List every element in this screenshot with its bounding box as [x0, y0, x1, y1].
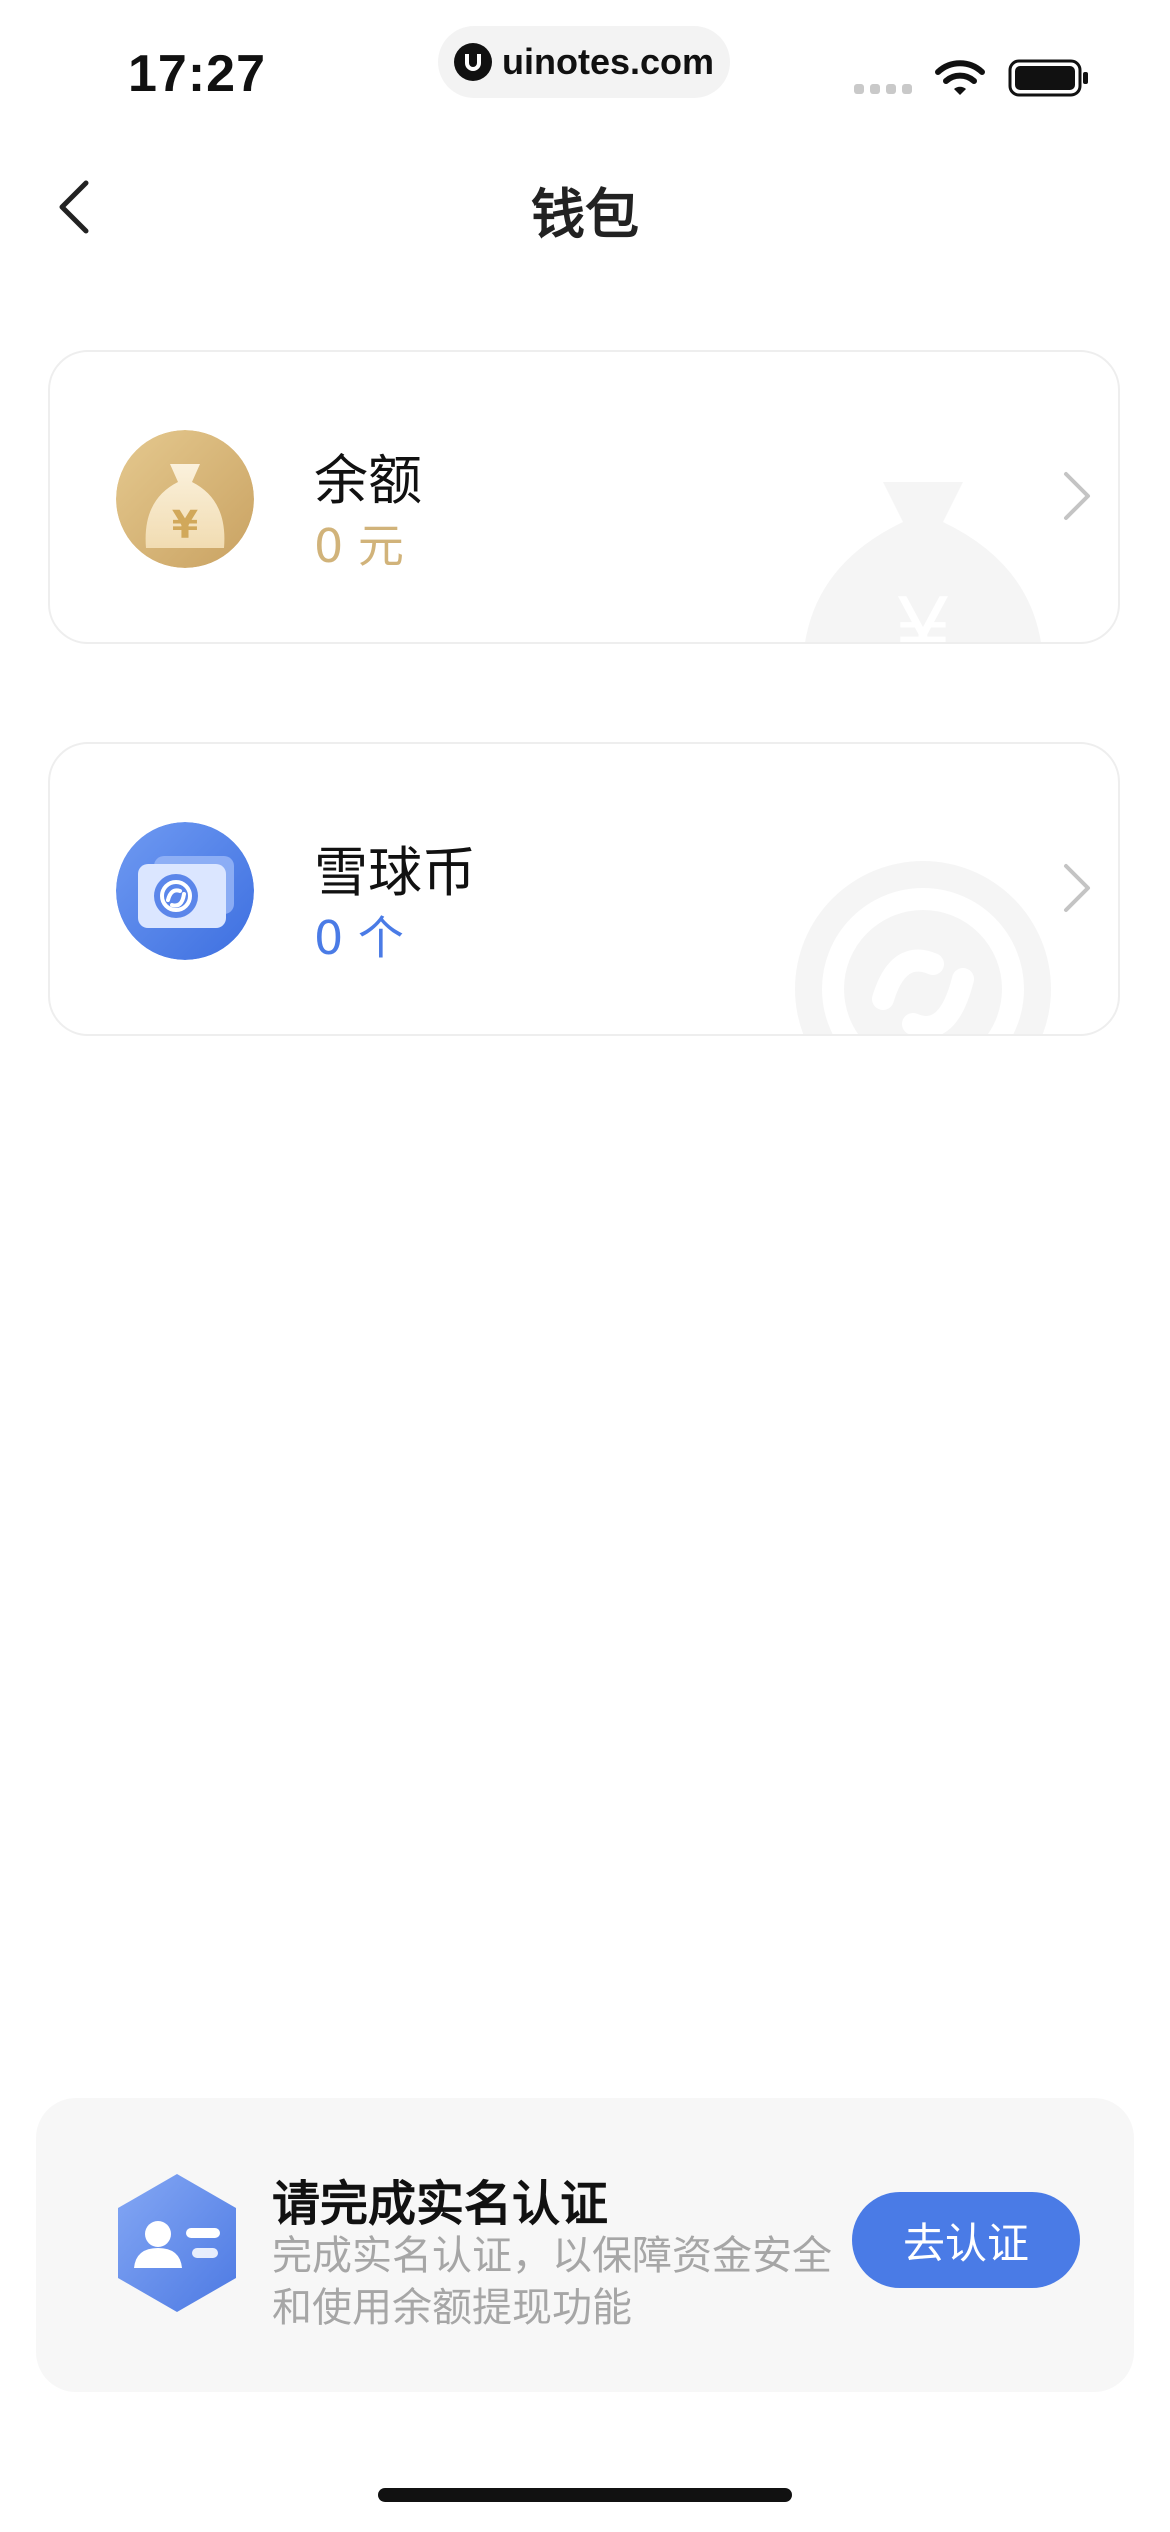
status-bar: 17:27 uinotes.com [0, 0, 1170, 140]
balance-card[interactable]: ¥ ¥ 余额 0 元 [48, 350, 1120, 644]
coin-watermark-icon [795, 861, 1051, 1034]
svg-text:¥: ¥ [894, 579, 951, 644]
snowball-coin-icon [116, 822, 254, 960]
money-bag-icon: ¥ [116, 430, 254, 568]
cellular-signal-icon [854, 84, 912, 94]
coin-card[interactable]: 雪球币 0 个 [48, 742, 1120, 1036]
url-pill[interactable]: uinotes.com [438, 26, 730, 98]
chevron-right-icon [1064, 472, 1090, 520]
verification-description: 完成实名认证，以保障资金安全和使用余额提现功能 [272, 2233, 832, 2331]
coin-value: 0 个 [314, 911, 404, 965]
battery-icon [1008, 59, 1088, 97]
balance-title: 余额 [314, 449, 422, 512]
money-bag-watermark-icon: ¥ [805, 482, 1041, 644]
wifi-icon [935, 60, 985, 95]
status-time: 17:27 [128, 45, 266, 103]
page-title: 钱包 [531, 183, 639, 246]
svg-text:¥: ¥ [172, 503, 198, 547]
balance-value: 0 元 [314, 519, 404, 573]
id-card-icon [118, 2174, 236, 2312]
coin-title: 雪球币 [314, 841, 476, 904]
chevron-right-icon [1064, 864, 1090, 912]
verification-title: 请完成实名认证 [272, 2176, 609, 2232]
home-indicator[interactable] [378, 2488, 792, 2502]
url-text: uinotes.com [501, 41, 715, 82]
verification-banner: 请完成实名认证 完成实名认证，以保障资金安全和使用余额提现功能 去认证 [36, 2098, 1134, 2392]
verify-button[interactable]: 去认证 [852, 2192, 1080, 2288]
site-logo-icon [453, 43, 492, 81]
